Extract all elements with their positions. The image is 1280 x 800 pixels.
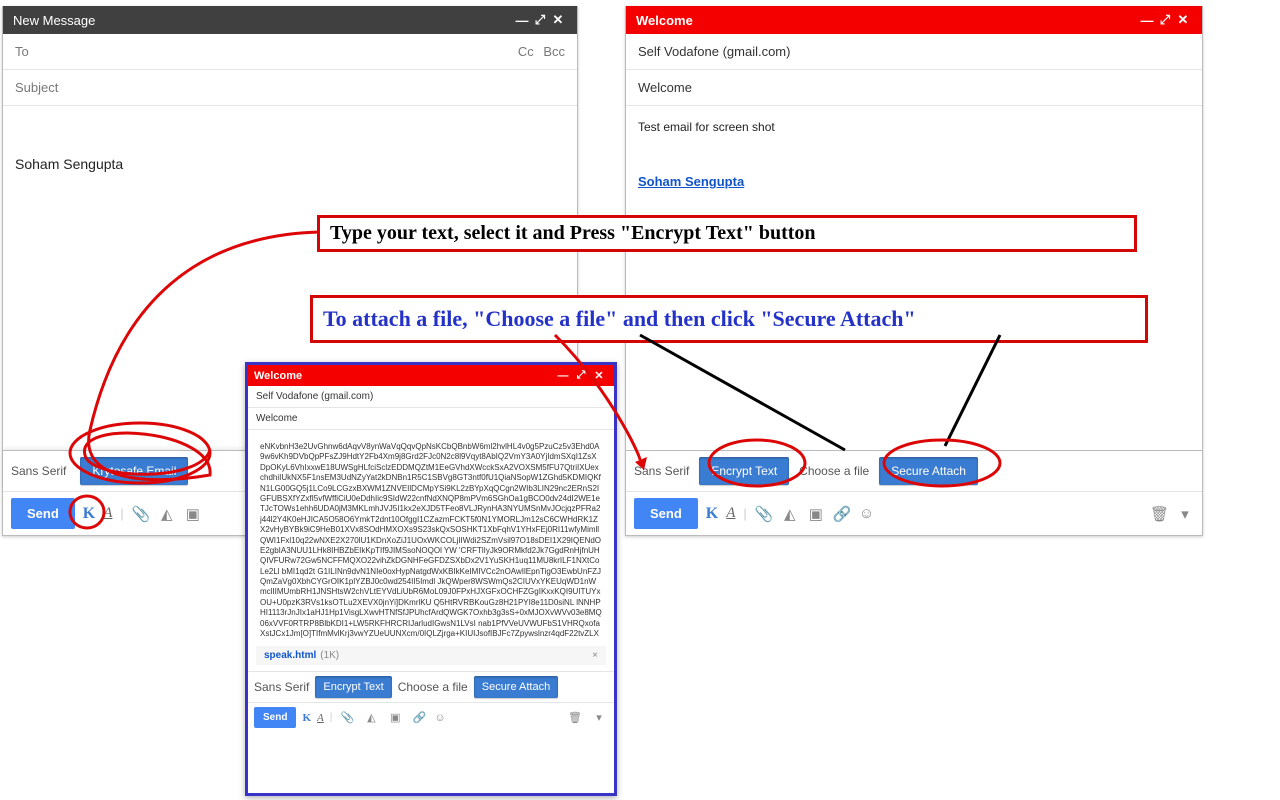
drive-icon[interactable]: ◭ [781, 505, 799, 523]
compose-thumb: Welcome — ⤢ ✕ Self Vodafone (gmail.com) … [245, 362, 617, 796]
to-value: Self Vodafone (gmail.com) [638, 44, 790, 59]
photo-icon[interactable]: ▣ [807, 505, 825, 523]
window-title: Welcome [254, 370, 302, 382]
attachment-size: (1K) [320, 650, 339, 661]
kryto-icon[interactable]: K [302, 712, 311, 724]
maximize-icon[interactable]: ⤢ [531, 12, 549, 28]
minimize-icon[interactable]: — [554, 370, 572, 382]
signature-link: Soham Sengupta [638, 174, 744, 189]
cc-link[interactable]: Cc [518, 44, 534, 59]
subject-value: Welcome [638, 80, 692, 95]
attach-icon[interactable]: 📎 [338, 711, 356, 724]
to-label: To [15, 44, 29, 59]
kryto-toolbar: Sans Serif Encrypt Text Choose a file Se… [626, 450, 1202, 491]
to-row[interactable]: Self Vodafone (gmail.com) [626, 34, 1202, 70]
subject-row[interactable]: Subject [3, 70, 577, 106]
send-button[interactable]: Send [254, 707, 296, 728]
compose-welcome: Welcome — ⤢ ✕ Self Vodafone (gmail.com) … [625, 6, 1203, 536]
subject-row[interactable]: Welcome [626, 70, 1202, 106]
drive-icon[interactable]: ◭ [158, 505, 176, 523]
minimize-icon[interactable]: — [1138, 13, 1156, 28]
signature-text: Soham Sengupta [15, 154, 565, 175]
annotation-text: To attach a file, "Choose a file" and th… [323, 306, 916, 331]
choose-file-link[interactable]: Choose a file [398, 680, 468, 694]
kryto-icon[interactable]: K [706, 505, 718, 523]
to-value: Self Vodafone (gmail.com) [256, 391, 373, 402]
format-icon[interactable]: A [726, 505, 735, 522]
titlebar-newmsg[interactable]: New Message — ⤢ ✕ [3, 6, 577, 34]
to-row[interactable]: Self Vodafone (gmail.com) [248, 386, 614, 408]
annotation-text: Type your text, select it and Press "Enc… [330, 222, 816, 244]
subject-label: Subject [15, 80, 58, 95]
attach-icon[interactable]: 📎 [755, 505, 773, 523]
minimize-icon[interactable]: — [513, 13, 531, 28]
send-button[interactable]: Send [11, 498, 75, 529]
subject-value: Welcome [256, 413, 298, 424]
more-icon[interactable]: ▾ [1176, 505, 1194, 523]
annotation-attach: To attach a file, "Choose a file" and th… [310, 295, 1148, 343]
message-body[interactable]: eNKvbnH3e2UvGhnw6dAqvV8ynWaVqQqvQpNsKCbQ… [248, 430, 614, 640]
attachment-name: speak.html [264, 650, 316, 661]
to-row[interactable]: To Cc Bcc [3, 34, 577, 70]
trash-icon[interactable]: 🗑 [1150, 505, 1168, 523]
bcc-link[interactable]: Bcc [543, 44, 565, 59]
window-title: New Message [13, 13, 95, 28]
font-select[interactable]: Sans Serif [634, 464, 689, 478]
close-icon[interactable]: ✕ [549, 12, 567, 28]
body-text: Test email for screen shot [638, 118, 1190, 136]
cipher-text: eNKvbnH3e2UvGhnw6dAqvV8ynWaVqQqvQpNsKCbQ… [260, 442, 602, 640]
format-icon[interactable]: A [317, 712, 324, 724]
kryto-toolbar: Sans Serif Encrypt Text Choose a file Se… [248, 671, 614, 702]
encrypt-text-button[interactable]: Encrypt Text [699, 457, 789, 485]
photo-icon[interactable]: ▣ [386, 711, 404, 724]
annotation-encrypt: Type your text, select it and Press "Enc… [317, 215, 1137, 252]
font-select[interactable]: Sans Serif [254, 680, 309, 694]
secure-attach-button[interactable]: Secure Attach [879, 457, 978, 485]
link-icon[interactable]: 🔗 [833, 505, 851, 523]
send-toolbar: Send K A | 📎 ◭ ▣ 🔗 ☺ 🗑 ▾ [248, 702, 614, 732]
drive-icon[interactable]: ◭ [362, 711, 380, 724]
window-title: Welcome [636, 13, 693, 28]
format-icon[interactable]: A [103, 505, 112, 522]
emoji-icon[interactable]: ☺ [859, 505, 874, 522]
choose-file-link[interactable]: Choose a file [799, 464, 869, 478]
link-icon[interactable]: 🔗 [410, 711, 428, 724]
send-toolbar: Send K A | 📎 ◭ ▣ 🔗 ☺ 🗑 ▾ [626, 491, 1202, 535]
close-icon[interactable]: ✕ [590, 369, 608, 382]
titlebar-welcome[interactable]: Welcome — ⤢ ✕ [626, 6, 1202, 34]
photo-icon[interactable]: ▣ [184, 505, 202, 523]
kryto-icon[interactable]: K [83, 505, 95, 523]
subject-row[interactable]: Welcome [248, 408, 614, 430]
more-icon[interactable]: ▾ [590, 711, 608, 724]
attachment-chip[interactable]: speak.html (1K) × [256, 646, 606, 665]
trash-icon[interactable]: 🗑 [566, 711, 584, 724]
send-button[interactable]: Send [634, 498, 698, 529]
secure-attach-button[interactable]: Secure Attach [474, 676, 559, 698]
emoji-icon[interactable]: ☺ [434, 712, 445, 724]
encrypt-text-button[interactable]: Encrypt Text [315, 676, 391, 698]
remove-attachment-icon[interactable]: × [592, 650, 598, 661]
titlebar-thumb[interactable]: Welcome — ⤢ ✕ [248, 365, 614, 386]
maximize-icon[interactable]: ⤢ [1156, 12, 1174, 28]
close-icon[interactable]: ✕ [1174, 12, 1192, 28]
message-body[interactable]: Test email for screen shot Soham Sengupt… [626, 106, 1202, 450]
attach-icon[interactable]: 📎 [132, 505, 150, 523]
maximize-icon[interactable]: ⤢ [572, 369, 590, 382]
font-select[interactable]: Sans Serif [11, 464, 66, 478]
krytosafe-email-button[interactable]: Krytosafe Email [80, 457, 188, 485]
